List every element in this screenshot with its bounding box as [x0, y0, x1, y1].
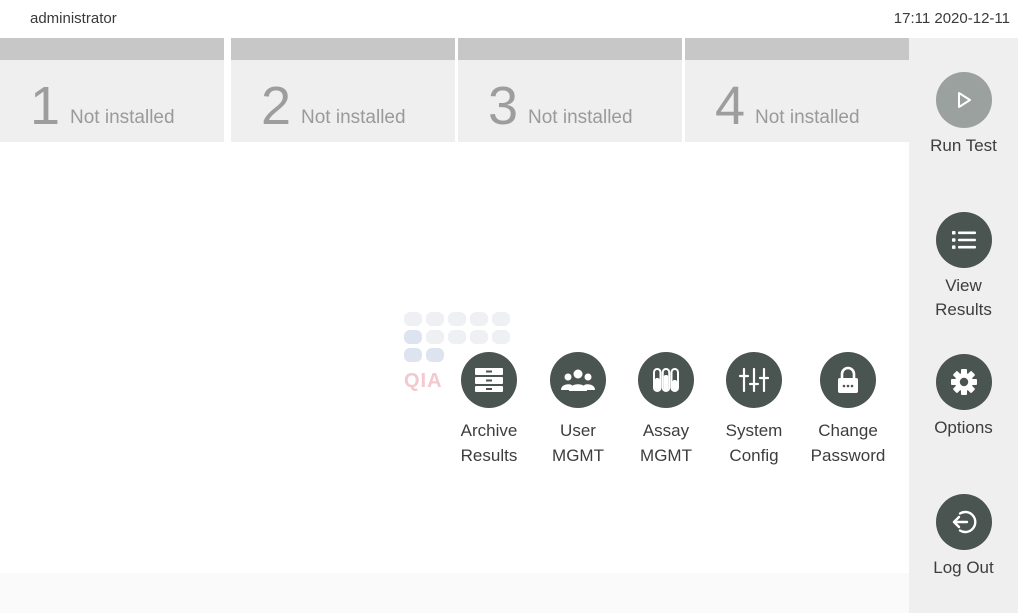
log-out-button[interactable]: Log Out	[909, 494, 1018, 580]
run-test-button[interactable]: Run Test	[909, 72, 1018, 158]
archive-icon	[461, 352, 517, 408]
module-status: Not installed	[755, 107, 860, 128]
view-results-label-2: Results	[935, 300, 992, 319]
module-status-bar	[685, 38, 909, 60]
change-password-label-2: Password	[810, 446, 886, 465]
module-slot-3[interactable]: 3 Not installed	[458, 38, 682, 142]
assay-mgmt-label-2: MGMT	[640, 446, 692, 465]
system-config-button[interactable]: System Config	[708, 352, 800, 468]
bottom-strip	[0, 573, 909, 613]
system-config-label-2: Config	[729, 446, 779, 465]
module-number: 2	[261, 76, 292, 136]
users-icon	[550, 352, 606, 408]
test-tubes-icon	[638, 352, 694, 408]
module-status: Not installed	[528, 107, 633, 128]
assay-mgmt-label-1: Assay	[642, 421, 690, 440]
top-bar: administrator 17:11 2020-12-11	[0, 0, 1018, 38]
options-label: Options	[934, 418, 993, 437]
user-mgmt-label-1: User	[560, 421, 596, 440]
gear-icon	[935, 354, 992, 410]
module-number: 4	[715, 76, 746, 136]
module-number: 1	[30, 76, 61, 136]
list-icon	[935, 212, 992, 268]
user-mgmt-button[interactable]: User MGMT	[532, 352, 624, 468]
view-results-label-1: View	[945, 276, 982, 295]
module-status: Not installed	[301, 107, 406, 128]
user-mgmt-label-2: MGMT	[552, 446, 604, 465]
logo-watermark-text: QIA	[404, 370, 443, 392]
sidebar: Run Test View Results Options Log Out	[909, 38, 1018, 613]
play-icon	[935, 72, 992, 128]
module-slot-2[interactable]: 2 Not installed	[231, 38, 455, 142]
user-name: administrator	[30, 10, 117, 27]
datetime: 17:11 2020-12-11	[893, 10, 1010, 27]
module-status-bar	[458, 38, 682, 60]
system-config-label-1: System	[725, 421, 783, 440]
archive-results-button[interactable]: Archive Results	[443, 352, 535, 468]
module-number: 3	[488, 76, 519, 136]
log-out-icon	[935, 494, 992, 550]
padlock-icon	[820, 352, 876, 408]
archive-results-label-1: Archive	[460, 421, 518, 440]
sliders-icon	[726, 352, 782, 408]
module-slot-1[interactable]: 1 Not installed	[0, 38, 224, 142]
module-status-bar	[0, 38, 224, 60]
run-test-label: Run Test	[930, 136, 997, 155]
assay-mgmt-button[interactable]: Assay MGMT	[620, 352, 712, 468]
module-slot-4[interactable]: 4 Not installed	[685, 38, 909, 142]
change-password-label-1: Change	[818, 421, 878, 440]
view-results-button[interactable]: View Results	[909, 212, 1018, 322]
change-password-button[interactable]: Change Password	[802, 352, 894, 468]
module-status: Not installed	[70, 107, 175, 128]
module-status-bar	[231, 38, 455, 60]
archive-results-label-2: Results	[460, 446, 518, 465]
options-button[interactable]: Options	[909, 354, 1018, 440]
log-out-label: Log Out	[933, 558, 994, 577]
